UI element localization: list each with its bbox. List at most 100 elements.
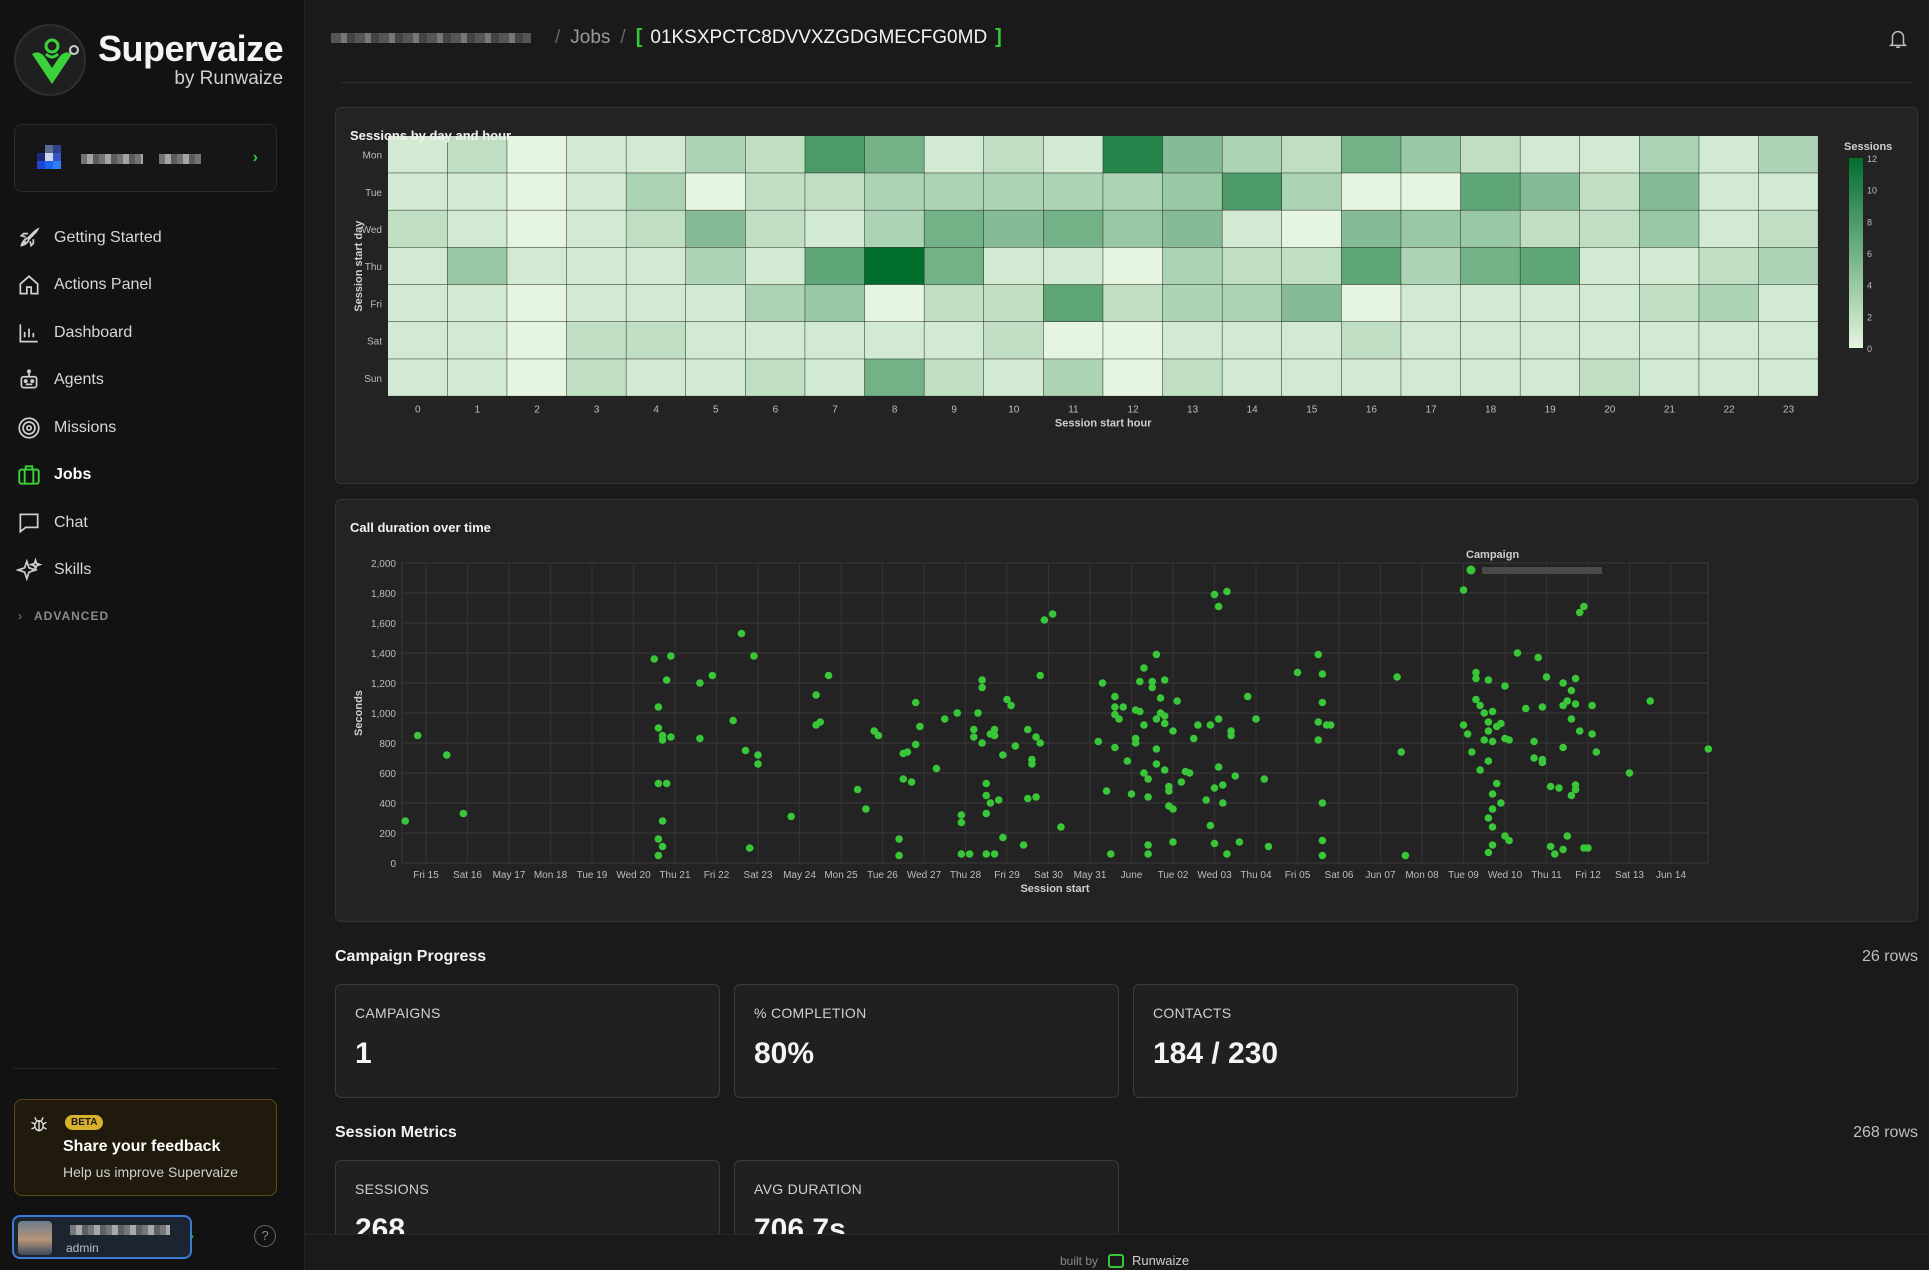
scatter-point[interactable] [1123, 757, 1132, 765]
heatmap-cell[interactable] [984, 173, 1044, 210]
heatmap-cell[interactable] [1460, 284, 1520, 322]
heatmap-cell[interactable] [1043, 322, 1103, 359]
heatmap-cell[interactable] [1103, 359, 1163, 396]
heatmap-cell[interactable] [1639, 247, 1699, 285]
heatmap-cell[interactable] [745, 322, 805, 359]
heatmap-cell[interactable] [1103, 247, 1163, 285]
heatmap-cell[interactable] [1580, 322, 1640, 359]
heatmap-cell[interactable] [1222, 247, 1282, 285]
heatmap-cell[interactable] [1580, 359, 1640, 396]
scatter-point[interactable] [1169, 727, 1177, 735]
breadcrumb-redacted[interactable] [331, 32, 531, 43]
heatmap-cell[interactable] [745, 136, 805, 173]
scatter-point[interactable] [442, 751, 451, 759]
scatter-point[interactable] [1505, 836, 1513, 845]
scatter-point[interactable] [1497, 719, 1505, 728]
heatmap-cell[interactable] [566, 322, 626, 359]
scatter-point[interactable] [999, 833, 1007, 842]
heatmap-cell[interactable] [864, 359, 924, 396]
heatmap-cell[interactable] [805, 359, 865, 396]
scatter-point[interactable] [1538, 758, 1547, 767]
heatmap-cell[interactable] [1162, 247, 1222, 285]
scatter-point[interactable] [1219, 781, 1227, 789]
help-icon[interactable]: ? [254, 1225, 276, 1247]
scatter-point[interactable] [911, 698, 920, 707]
heatmap-cell[interactable] [566, 247, 626, 285]
heatmap-cell[interactable] [864, 173, 924, 210]
scatter-point[interactable] [1463, 730, 1472, 738]
scatter-point[interactable] [874, 731, 883, 740]
scatter-point[interactable] [1567, 686, 1576, 695]
heatmap-cell[interactable] [1341, 247, 1401, 285]
heatmap-cell[interactable] [507, 210, 567, 248]
scatter-point[interactable] [1144, 850, 1152, 858]
heatmap-cell[interactable] [1043, 247, 1103, 285]
heatmap-cell[interactable] [984, 136, 1044, 173]
heatmap-cell[interactable] [388, 210, 448, 248]
heatmap-cell[interactable] [1401, 359, 1461, 396]
heatmap-cell[interactable] [1401, 173, 1461, 210]
scatter-point[interactable] [1223, 850, 1231, 858]
scatter-point[interactable] [982, 791, 991, 800]
scatter-point[interactable] [1210, 784, 1219, 792]
heatmap-cell[interactable] [984, 359, 1044, 396]
heatmap-cell[interactable] [1758, 210, 1818, 248]
scatter-point[interactable] [654, 835, 663, 843]
scatter-point[interactable] [824, 671, 833, 680]
heatmap-cell[interactable] [1460, 322, 1520, 359]
scatter-point[interactable] [1152, 745, 1161, 753]
scatter-point[interactable] [940, 715, 949, 723]
heatmap-cell[interactable] [626, 210, 686, 248]
heatmap-cell[interactable] [1520, 284, 1580, 322]
heatmap-cell[interactable] [924, 284, 984, 322]
sidebar-item-dashboard[interactable]: Dashboard [14, 309, 277, 357]
scatter-point[interactable] [1144, 841, 1152, 849]
scatter-point[interactable] [932, 764, 941, 773]
scatter-point[interactable] [1326, 721, 1335, 729]
heatmap-cell[interactable] [566, 173, 626, 210]
scatter-point[interactable] [1555, 784, 1563, 792]
scatter-point[interactable] [1397, 748, 1406, 756]
heatmap-cell[interactable] [1341, 173, 1401, 210]
scatter-point[interactable] [982, 809, 991, 818]
scatter-point[interactable] [1563, 697, 1572, 705]
heatmap-cell[interactable] [507, 173, 567, 210]
heatmap-cell[interactable] [1580, 247, 1640, 285]
heatmap-cell[interactable] [686, 359, 746, 396]
heatmap-cell[interactable] [745, 210, 805, 248]
heatmap-cell[interactable] [1520, 322, 1580, 359]
scatter-point[interactable] [1542, 673, 1551, 681]
scatter-point[interactable] [1484, 676, 1493, 684]
scatter-point[interactable] [1152, 650, 1161, 659]
scatter-point[interactable] [745, 844, 754, 852]
scatter-point[interactable] [853, 785, 862, 794]
heatmap-cell[interactable] [566, 359, 626, 396]
scatter-point[interactable] [1592, 748, 1601, 756]
heatmap-cell[interactable] [924, 247, 984, 285]
heatmap-cell[interactable] [566, 284, 626, 322]
heatmap-cell[interactable] [864, 247, 924, 285]
heatmap-cell[interactable] [1222, 173, 1282, 210]
scatter-point[interactable] [658, 736, 667, 744]
heatmap-cell[interactable] [1758, 322, 1818, 359]
heatmap-cell[interactable] [1580, 173, 1640, 210]
heatmap-cell[interactable] [984, 247, 1044, 285]
scatter-point[interactable] [1580, 602, 1588, 611]
heatmap-cell[interactable] [1520, 136, 1580, 173]
scatter-point[interactable] [1214, 602, 1223, 611]
scatter-point[interactable] [1505, 736, 1513, 744]
scatter-point[interactable] [1575, 727, 1584, 735]
scatter-point[interactable] [1160, 719, 1169, 728]
scatter-point[interactable] [1057, 823, 1065, 831]
scatter-point[interactable] [1160, 676, 1169, 684]
scatter-point[interactable] [1492, 779, 1501, 788]
heatmap-cell[interactable] [1103, 136, 1163, 173]
scatter-point[interactable] [1156, 694, 1165, 702]
scatter-point[interactable] [1210, 590, 1219, 599]
heatmap-cell[interactable] [447, 284, 507, 322]
scatter-point[interactable] [1484, 718, 1493, 726]
scatter-point[interactable] [1048, 610, 1057, 618]
scatter-point[interactable] [1571, 700, 1580, 708]
heatmap-cell[interactable] [864, 284, 924, 322]
sidebar-item-jobs[interactable]: Jobs [14, 452, 277, 500]
